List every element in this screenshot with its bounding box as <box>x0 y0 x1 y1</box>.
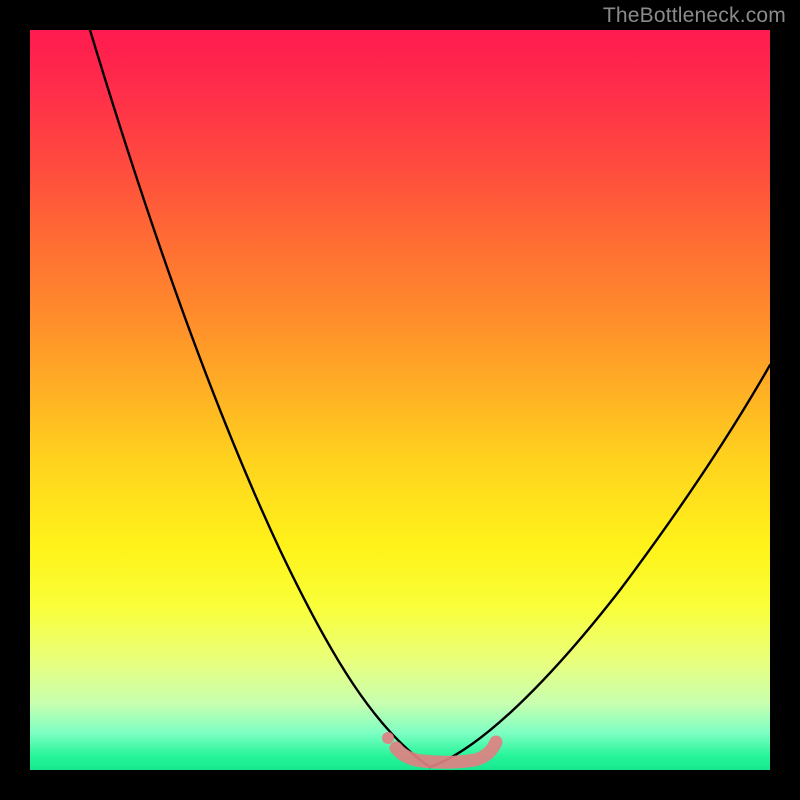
watermark-text: TheBottleneck.com <box>603 4 786 28</box>
curve-left <box>90 30 430 767</box>
chart-frame: TheBottleneck.com <box>0 0 800 800</box>
chart-svg <box>30 30 770 770</box>
signature-dot <box>382 732 394 744</box>
curve-right <box>430 365 770 767</box>
curve-sweet-spot <box>396 742 496 762</box>
chart-plot-area <box>30 30 770 770</box>
